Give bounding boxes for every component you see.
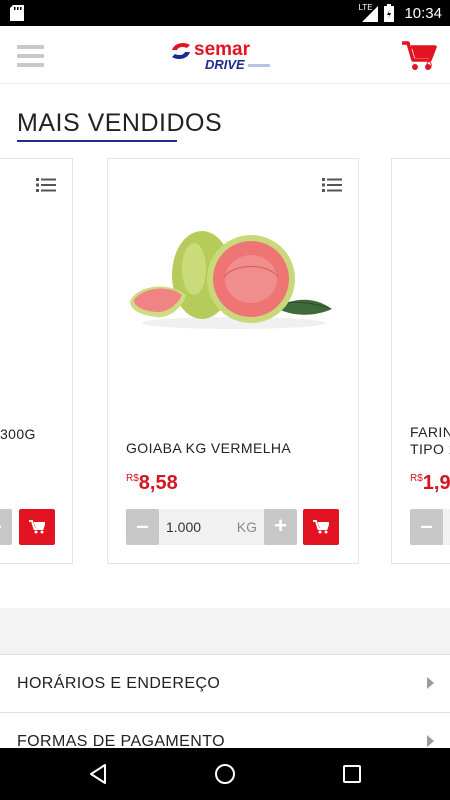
semar-drive-logo[interactable]: semar DRIVE bbox=[170, 38, 274, 74]
product-name[interactable]: 300G bbox=[0, 426, 36, 443]
hamburger-menu-icon[interactable] bbox=[17, 45, 44, 67]
product-card[interactable]: GOIABA KG VERMELHA R$8,58 – 1.000 KG + bbox=[107, 158, 359, 564]
section-title-underline bbox=[17, 140, 177, 142]
product-name[interactable]: FARIN TIPO 1 bbox=[410, 424, 450, 458]
sd-card-icon bbox=[10, 5, 24, 21]
status-time: 10:34 bbox=[404, 4, 442, 22]
product-price: R$1,9 bbox=[410, 472, 450, 495]
product-card[interactable]: FARIN TIPO 1 R$1,9 – bbox=[391, 158, 450, 564]
recents-icon[interactable] bbox=[340, 762, 364, 786]
logo-text-drive: DRIVE bbox=[205, 57, 245, 72]
details-list-icon[interactable] bbox=[36, 177, 56, 193]
quantity-decrease-button[interactable]: – bbox=[0, 509, 12, 545]
menu-item-hours-address[interactable]: HORÁRIOS E ENDEREÇO bbox=[0, 654, 450, 712]
product-price: R$8,58 bbox=[126, 472, 178, 495]
quantity-decrease-button[interactable]: – bbox=[410, 509, 443, 545]
cart-add-icon bbox=[29, 520, 45, 534]
home-icon[interactable] bbox=[213, 762, 237, 786]
quantity-stepper[interactable]: – 1.000 KG + bbox=[126, 509, 297, 545]
section-title: MAIS VENDIDOS bbox=[17, 109, 223, 137]
chevron-right-icon bbox=[427, 735, 434, 747]
add-to-cart-button[interactable] bbox=[19, 509, 55, 545]
status-bar: LTE 10:34 bbox=[0, 0, 450, 26]
quantity-stepper[interactable]: – bbox=[410, 509, 450, 545]
section-divider bbox=[0, 608, 450, 654]
quantity-increase-button[interactable]: + bbox=[264, 509, 297, 545]
product-name[interactable]: GOIABA KG VERMELHA bbox=[126, 440, 291, 457]
quantity-unit: KG bbox=[236, 519, 257, 535]
currency-symbol: R$ bbox=[410, 473, 423, 484]
chevron-right-icon bbox=[427, 677, 434, 689]
cart-add-icon bbox=[313, 520, 329, 534]
product-image[interactable] bbox=[124, 227, 344, 337]
details-list-icon[interactable] bbox=[322, 177, 342, 193]
best-sellers-carousel[interactable]: 300G – GOIABA KG VERMELHA bbox=[0, 158, 450, 566]
price-value: 8,58 bbox=[138, 472, 178, 494]
add-to-cart-button[interactable] bbox=[303, 509, 339, 545]
menu-item-label: HORÁRIOS E ENDEREÇO bbox=[17, 675, 221, 692]
signal-icon bbox=[362, 6, 379, 22]
product-name-line-1: FARIN bbox=[410, 424, 450, 440]
system-navigation-bar bbox=[0, 748, 450, 800]
product-card[interactable]: 300G – bbox=[0, 158, 73, 564]
price-value: 1,9 bbox=[422, 472, 450, 494]
quantity-decrease-button[interactable]: – bbox=[126, 509, 159, 545]
product-name-line-2: TIPO 1 bbox=[410, 441, 450, 457]
app-header: semar DRIVE 0 bbox=[0, 26, 450, 84]
status-icons: LTE 10:34 bbox=[358, 3, 442, 23]
battery-icon bbox=[384, 4, 395, 22]
back-icon[interactable] bbox=[86, 762, 110, 786]
quantity-stepper[interactable]: – bbox=[0, 509, 12, 545]
quantity-input[interactable]: 1.000 bbox=[166, 519, 201, 535]
cart-count-badge: 0 bbox=[426, 60, 433, 72]
currency-symbol: R$ bbox=[126, 473, 139, 484]
